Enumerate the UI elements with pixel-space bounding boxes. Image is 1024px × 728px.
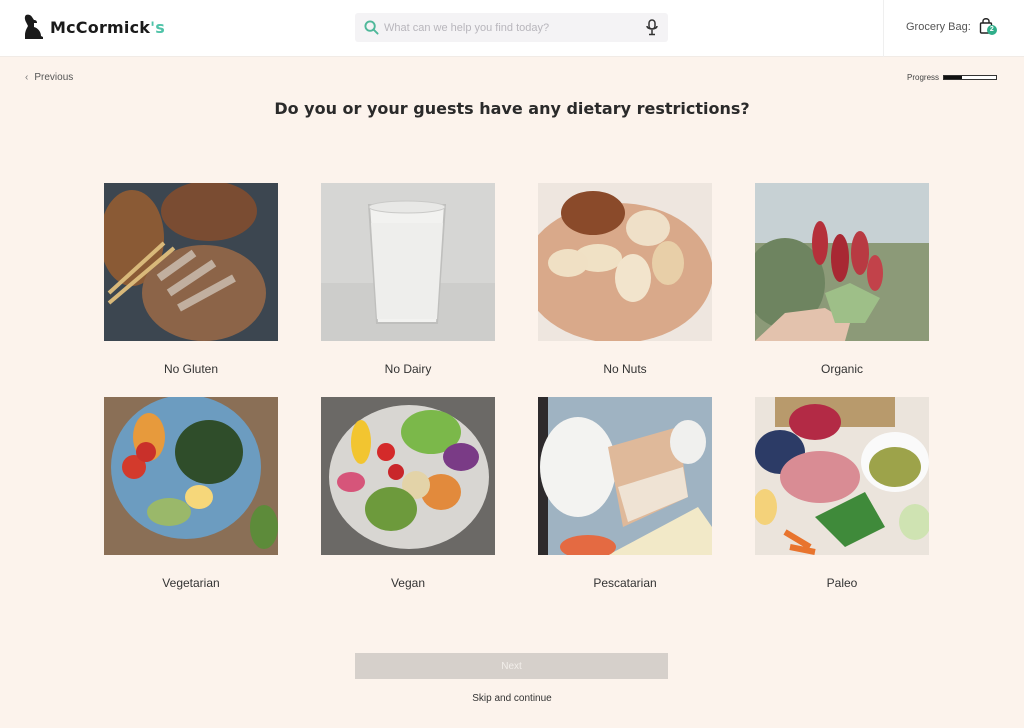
grocery-bag[interactable]: Grocery Bag: 2 [906, 17, 999, 37]
logo[interactable]: McCormick's [22, 14, 165, 40]
shopping-bag-icon[interactable]: 2 [979, 17, 999, 37]
progress-bar [943, 75, 998, 80]
dietary-options-grid: No Gluten No Dairy No Nuts Organic Veget… [104, 183, 929, 611]
option-label: No Dairy [384, 362, 432, 376]
option-vegan[interactable]: Vegan [321, 397, 495, 611]
search-bar[interactable] [355, 13, 668, 42]
option-no-nuts[interactable]: No Nuts [538, 183, 712, 397]
option-pescatarian[interactable]: Pescatarian [538, 397, 712, 611]
chevron-left-icon: ‹ [25, 72, 29, 83]
option-label: No Nuts [603, 362, 647, 376]
question-title: Do you or your guests have any dietary r… [274, 99, 750, 118]
option-paleo[interactable]: Paleo [755, 397, 929, 611]
salad-bowl-with-egg-image [104, 397, 278, 555]
progress-label: Progress [907, 73, 940, 82]
option-label: Paleo [826, 576, 858, 590]
bread-loaves-image [104, 183, 278, 341]
vegan-bowl-image [321, 397, 495, 555]
option-no-dairy[interactable]: No Dairy [321, 183, 495, 397]
fish-plate-image [538, 397, 712, 555]
mixed-nuts-image [538, 183, 712, 341]
search-input[interactable] [384, 13, 634, 42]
option-no-gluten[interactable]: No Gluten [104, 183, 278, 397]
option-label: No Gluten [163, 362, 219, 376]
option-vegetarian[interactable]: Vegetarian [104, 397, 278, 611]
previous-link[interactable]: ‹ Previous [25, 72, 73, 83]
progress-indicator: Progress [907, 73, 998, 82]
option-label: Vegetarian [162, 576, 220, 590]
brand-name: McCormick's [50, 17, 165, 37]
header-divider [883, 0, 884, 57]
previous-label: Previous [34, 72, 74, 83]
skip-and-continue-link[interactable]: Skip and continue [0, 693, 1024, 704]
grocery-bag-label: Grocery Bag: [906, 21, 971, 33]
microphone-icon[interactable] [645, 19, 659, 36]
option-label: Pescatarian [593, 576, 657, 590]
glass-of-milk-image [321, 183, 495, 341]
header: McCormick's Grocery Bag: 2 [0, 0, 1024, 57]
search-icon [364, 20, 379, 35]
option-label: Organic [820, 362, 864, 376]
next-button[interactable]: Next [355, 653, 668, 679]
radish-bunch-image [755, 183, 929, 341]
option-label: Vegan [390, 576, 426, 590]
dog-logo-icon [24, 14, 43, 39]
option-organic[interactable]: Organic [755, 183, 929, 397]
progress-bar-fill [944, 76, 963, 79]
bag-count-badge: 2 [986, 25, 997, 35]
paleo-platter-image [755, 397, 929, 555]
